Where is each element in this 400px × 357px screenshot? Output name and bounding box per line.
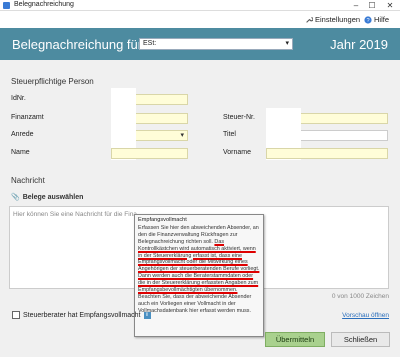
char-counter: 0 von 1000 Zeichen bbox=[331, 293, 389, 300]
svg-text:?: ? bbox=[366, 18, 369, 24]
close-button[interactable]: Schließen bbox=[331, 332, 390, 347]
paperclip-icon: 📎 bbox=[11, 194, 20, 201]
close-window-button[interactable]: ✕ bbox=[384, 0, 396, 11]
submit-button[interactable]: Übermitteln bbox=[265, 332, 325, 347]
page-title: Belegnachreichung für bbox=[12, 37, 143, 52]
person-section-title: Steuerpflichtige Person bbox=[11, 77, 94, 86]
empfangsvollmacht-checkbox[interactable] bbox=[12, 311, 20, 319]
minimize-button[interactable]: – bbox=[350, 0, 362, 11]
steuernr-label: Steuer-Nr. bbox=[223, 114, 255, 121]
finanzamt-label: Finanzamt bbox=[11, 114, 44, 121]
vorname-label: Vorname bbox=[223, 149, 252, 156]
tax-type-value: ESt: bbox=[143, 40, 157, 47]
empfangsvollmacht-label: Steuerberater hat Empfangsvollmacht bbox=[23, 311, 141, 319]
anrede-label: Anrede bbox=[11, 131, 34, 138]
redaction bbox=[111, 88, 136, 110]
settings-menu[interactable]: Einstellungen bbox=[305, 15, 360, 24]
wrench-icon bbox=[306, 16, 313, 23]
tax-type-select[interactable]: ESt: ▾ bbox=[139, 38, 293, 50]
tooltip-text-intro: Erfassen Sie hier den abweichenden Absen… bbox=[138, 224, 259, 245]
titel-label: Titel bbox=[223, 131, 236, 138]
menubar: Einstellungen ? Hilfe bbox=[0, 11, 400, 28]
tooltip-text-highlighted: Das Kontrollkästchen wird automatisch ak… bbox=[138, 238, 260, 294]
idnr-label: IdNr. bbox=[11, 95, 26, 102]
chevron-down-icon: ▾ bbox=[180, 132, 184, 139]
window-titlebar: Belegnachreichung – ☐ ✕ bbox=[0, 0, 400, 11]
redaction bbox=[111, 110, 136, 128]
help-label: Hilfe bbox=[374, 15, 390, 24]
window-title: Belegnachreichung bbox=[14, 1, 74, 8]
tooltip-text-note: Beachten Sie, dass der abweichende Absen… bbox=[138, 293, 252, 314]
redaction bbox=[266, 108, 301, 128]
app-icon bbox=[3, 2, 10, 9]
header-banner: Belegnachreichung für ESt: ▾ Jahr 2019 bbox=[0, 28, 400, 60]
name-field[interactable] bbox=[111, 148, 188, 159]
tooltip-title: Empfangsvollmacht bbox=[138, 217, 187, 223]
preview-link[interactable]: Vorschau öffnen bbox=[342, 312, 389, 319]
help-icon: ? bbox=[364, 15, 372, 24]
maximize-button[interactable]: ☐ bbox=[366, 0, 378, 11]
settings-label: Einstellungen bbox=[315, 15, 361, 24]
message-section-title: Nachricht bbox=[11, 176, 45, 185]
info-icon[interactable]: i bbox=[143, 311, 151, 319]
vorname-field[interactable] bbox=[266, 148, 388, 159]
empfangsvollmacht-row: Steuerberater hat Empfangsvollmacht i bbox=[12, 311, 151, 319]
chevron-down-icon: ▾ bbox=[285, 40, 289, 47]
select-documents-button[interactable]: 📎 Belege auswählen bbox=[11, 193, 84, 202]
select-documents-label: Belege auswählen bbox=[22, 193, 84, 201]
message-placeholder: Hier können Sie eine Nachricht für die F… bbox=[13, 211, 137, 218]
empfangsvollmacht-tooltip: Empfangsvollmacht Erfassen Sie hier den … bbox=[134, 214, 264, 337]
year-label: Jahr 2019 bbox=[330, 37, 388, 52]
help-menu[interactable]: ? Hilfe bbox=[364, 15, 389, 24]
name-label: Name bbox=[11, 149, 30, 156]
